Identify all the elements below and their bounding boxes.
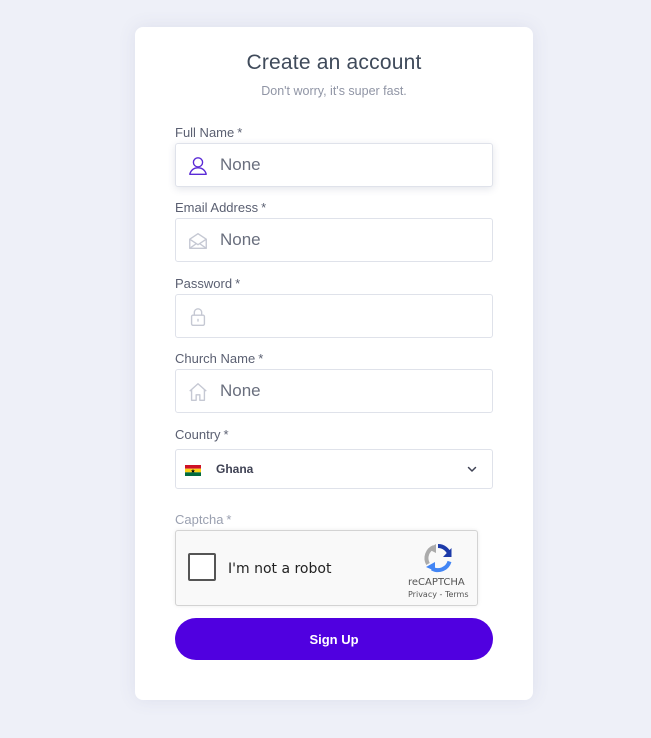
church-name-label-text: Church Name bbox=[175, 351, 256, 366]
ghana-flag-icon bbox=[185, 465, 201, 476]
signup-card: Create an account Don't worry, it's supe… bbox=[135, 27, 533, 700]
chevron-down-icon[interactable] bbox=[466, 463, 478, 475]
recaptcha-logo-icon bbox=[424, 543, 452, 573]
recaptcha-checkbox-text: I'm not a robot bbox=[228, 561, 332, 577]
email-field[interactable] bbox=[175, 218, 493, 262]
full-name-label-text: Full Name bbox=[175, 125, 235, 140]
country-label-text: Country bbox=[175, 427, 221, 442]
recaptcha-checkbox[interactable] bbox=[188, 553, 216, 581]
full-name-input[interactable] bbox=[220, 144, 480, 186]
required-mark: * bbox=[258, 351, 264, 366]
home-icon bbox=[189, 383, 207, 401]
required-mark: * bbox=[226, 512, 232, 527]
captcha-label-text: Captcha bbox=[175, 512, 224, 527]
required-mark: * bbox=[235, 276, 241, 291]
required-mark: * bbox=[237, 125, 243, 140]
church-name-input[interactable] bbox=[220, 370, 480, 412]
country-selected-value: Ghana bbox=[216, 462, 254, 476]
email-label: Email Address * bbox=[175, 200, 266, 215]
page-subtitle: Don't worry, it's super fast. bbox=[261, 84, 407, 98]
envelope-icon bbox=[189, 232, 207, 250]
country-label: Country * bbox=[175, 427, 229, 442]
full-name-label: Full Name * bbox=[175, 125, 242, 140]
required-mark: * bbox=[261, 200, 267, 215]
user-icon bbox=[189, 157, 207, 175]
full-name-field[interactable] bbox=[175, 143, 493, 187]
password-input[interactable] bbox=[220, 295, 480, 337]
lock-icon bbox=[190, 308, 206, 326]
recaptcha-widget: I'm not a robot reCAPTCHA Privacy - Term… bbox=[175, 530, 478, 606]
password-label: Password * bbox=[175, 276, 240, 291]
recaptcha-brand: reCAPTCHA bbox=[408, 577, 465, 588]
church-name-field[interactable] bbox=[175, 369, 493, 413]
email-input[interactable] bbox=[220, 219, 480, 261]
page-title: Create an account bbox=[246, 51, 422, 74]
country-select[interactable]: Ghana bbox=[175, 449, 493, 489]
required-mark: * bbox=[223, 427, 229, 442]
church-name-label: Church Name * bbox=[175, 351, 263, 366]
recaptcha-links[interactable]: Privacy - Terms bbox=[408, 590, 469, 599]
password-label-text: Password bbox=[175, 276, 233, 291]
password-field[interactable] bbox=[175, 294, 493, 338]
sign-up-button[interactable]: Sign Up bbox=[175, 618, 493, 660]
email-label-text: Email Address bbox=[175, 200, 259, 215]
captcha-label: Captcha * bbox=[175, 512, 231, 527]
